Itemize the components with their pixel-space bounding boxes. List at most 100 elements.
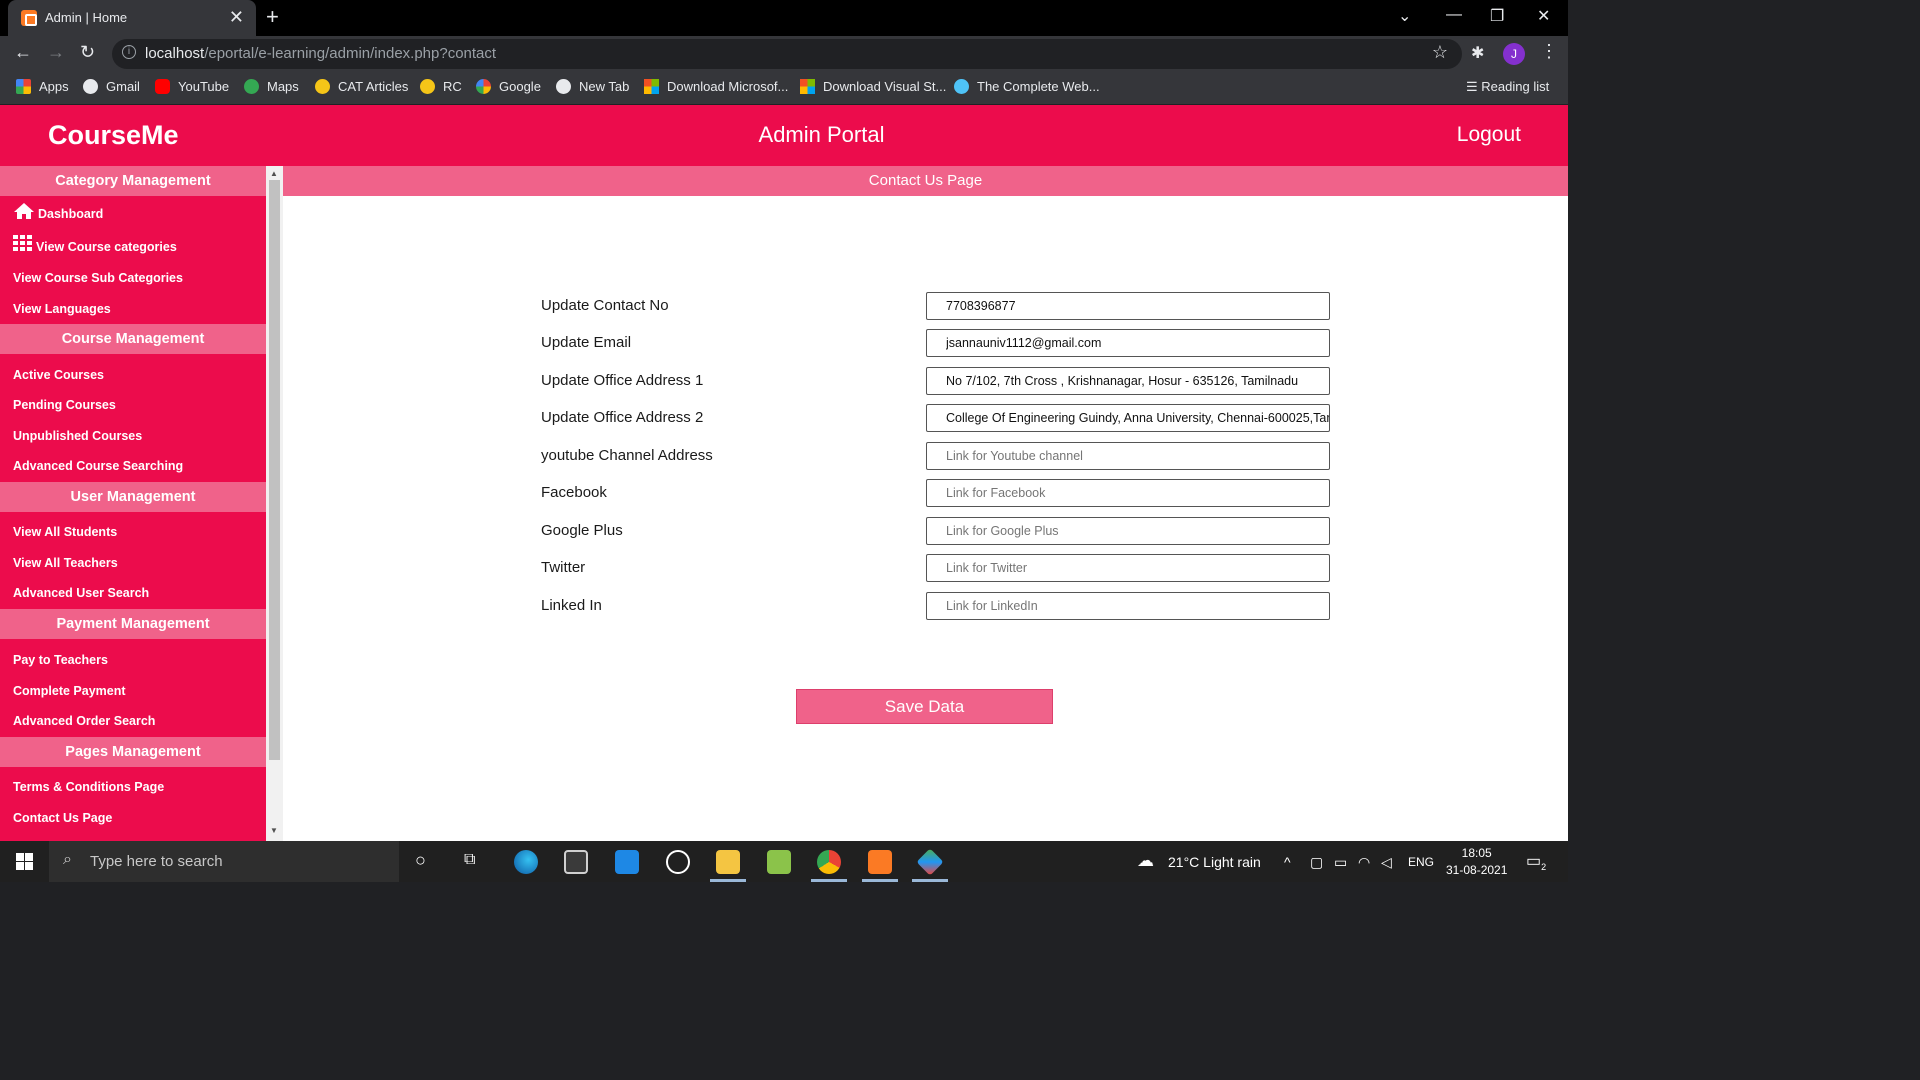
sidebar-item-advanced-order-search[interactable]: Advanced Order Search [13, 714, 155, 728]
task-view-icon[interactable]: ⧉ [464, 851, 475, 869]
browser-tab[interactable]: Admin | Home ✕ [8, 0, 256, 36]
label-office-address-2: Update Office Address 2 [541, 409, 704, 426]
wifi-icon[interactable]: ◠ [1358, 854, 1370, 871]
site-info-icon[interactable]: i [122, 45, 136, 59]
forward-icon[interactable]: → [47, 42, 65, 63]
sidebar-item-complete-payment[interactable]: Complete Payment [13, 684, 126, 698]
notification-count: 2 [1541, 862, 1547, 873]
reading-list-icon: ☰ [1466, 79, 1482, 94]
notifications-icon[interactable]: ▭2 [1526, 851, 1546, 872]
close-tab-icon[interactable]: ✕ [229, 7, 244, 28]
mail-icon[interactable] [615, 850, 639, 874]
reading-list[interactable]: ☰ Reading list [1466, 79, 1549, 95]
chrome-active-indicator [811, 879, 847, 882]
network-device-icon[interactable]: ▢ [1310, 854, 1323, 871]
page: CourseMe Admin Portal Logout Category Ma… [0, 105, 1568, 841]
sidebar-item-active-courses[interactable]: Active Courses [13, 368, 104, 382]
clock[interactable]: 18:05 31-08-2021 [1446, 845, 1507, 879]
logout-link[interactable]: Logout [1457, 123, 1521, 147]
scroll-up-icon[interactable]: ▲ [270, 169, 278, 178]
bookmark-rc[interactable]: RC [420, 79, 462, 94]
youtube-channel-input[interactable] [926, 442, 1330, 470]
menu-icon[interactable]: ⋮ [1540, 41, 1558, 62]
close-window-icon[interactable]: ✕ [1537, 6, 1550, 26]
sidebar-item-view-all-students[interactable]: View All Students [13, 525, 117, 539]
bookmark-new-tab[interactable]: New Tab [556, 79, 629, 94]
sidebar-item-view-course-sub-categories[interactable]: View Course Sub Categories [13, 271, 183, 285]
reload-icon[interactable]: ↻ [80, 42, 95, 63]
minimize-icon[interactable]: — [1446, 6, 1462, 24]
profile-avatar[interactable]: J [1503, 43, 1525, 65]
explorer-active-indicator [710, 879, 746, 882]
label-facebook: Facebook [541, 484, 607, 501]
bookmark-apps[interactable]: Apps [16, 79, 69, 94]
scroll-down-icon[interactable]: ▼ [270, 826, 278, 835]
show-hidden-icons[interactable]: ^ [1284, 854, 1291, 870]
label-contact-no: Update Contact No [541, 297, 669, 314]
extensions-icon[interactable]: ✱ [1471, 43, 1484, 63]
sidebar-item-pay-to-teachers[interactable]: Pay to Teachers [13, 653, 108, 667]
clock-time: 18:05 [1461, 846, 1492, 860]
battery-icon[interactable]: ▭ [1334, 854, 1347, 871]
edge-icon[interactable] [514, 850, 538, 874]
microsoft-icon [644, 79, 659, 94]
lambda-app-icon[interactable] [767, 850, 791, 874]
globe-icon [556, 79, 571, 94]
sidebar-item-contact-us-page[interactable]: Contact Us Page [13, 811, 112, 825]
browser-toolbar: ← → ↻ i localhost/eportal/e-learning/adm… [0, 36, 1568, 72]
sidebar-item-view-languages[interactable]: View Languages [13, 302, 111, 316]
restore-icon[interactable]: ❐ [1490, 6, 1504, 26]
email-input[interactable] [926, 329, 1330, 357]
content-subtitle: Contact Us Page [283, 166, 1568, 196]
windows-start-icon[interactable] [16, 853, 33, 870]
sidebar-item-view-course-categories[interactable]: View Course categories [13, 235, 177, 254]
contact-no-input[interactable] [926, 292, 1330, 320]
cortana-icon[interactable]: ○ [415, 850, 426, 871]
back-icon[interactable]: ← [14, 42, 32, 63]
linkedin-input[interactable] [926, 592, 1330, 620]
facebook-input[interactable] [926, 479, 1330, 507]
save-button[interactable]: Save Data [796, 689, 1053, 724]
globe-icon [83, 79, 98, 94]
language-indicator[interactable]: ENG [1408, 855, 1434, 869]
bookmark-download-visual[interactable]: Download Visual St... [800, 79, 946, 94]
sidebar-item-pending-courses[interactable]: Pending Courses [13, 398, 116, 412]
bookmark-youtube[interactable]: YouTube [155, 79, 229, 94]
bookmark-cat-articles[interactable]: CAT Articles [315, 79, 408, 94]
new-tab-icon[interactable]: + [266, 4, 279, 30]
git-active-indicator [912, 879, 948, 882]
office-address-2-input[interactable] [926, 404, 1330, 432]
sidebar-item-dashboard[interactable]: Dashboard [13, 202, 103, 221]
sidebar: Category Management Dashboard View Cours… [0, 166, 266, 841]
bookmark-google[interactable]: Google [476, 79, 541, 94]
sidebar-item-unpublished-courses[interactable]: Unpublished Courses [13, 429, 142, 443]
git-icon[interactable] [916, 848, 944, 876]
sidebar-scrollbar[interactable]: ▲ ▼ [266, 166, 283, 841]
section-payment-management: Payment Management [0, 609, 266, 639]
address-bar[interactable]: i localhost/eportal/e-learning/admin/ind… [112, 39, 1462, 69]
bookmark-download-microsoft[interactable]: Download Microsof... [644, 79, 788, 94]
chrome-icon[interactable] [817, 850, 841, 874]
sidebar-item-view-all-teachers[interactable]: View All Teachers [13, 556, 118, 570]
taskbar-search[interactable]: ⌕ Type here to search [49, 841, 399, 882]
sidebar-item-advanced-user-search[interactable]: Advanced User Search [13, 586, 149, 600]
weather-cloud-icon: ☁ [1137, 851, 1154, 870]
office-address-1-input[interactable] [926, 367, 1330, 395]
bookmark-gmail[interactable]: Gmail [83, 79, 140, 94]
scrollbar-thumb[interactable] [269, 180, 280, 760]
google-plus-input[interactable] [926, 517, 1330, 545]
twitter-input[interactable] [926, 554, 1330, 582]
dell-icon[interactable] [666, 850, 690, 874]
store-icon[interactable] [564, 850, 588, 874]
bookmark-star-icon[interactable]: ☆ [1432, 42, 1448, 63]
sidebar-item-advanced-course-searching[interactable]: Advanced Course Searching [13, 459, 183, 473]
xampp-icon[interactable] [868, 850, 892, 874]
sidebar-item-terms-conditions-page[interactable]: Terms & Conditions Page [13, 780, 164, 794]
bookmark-maps[interactable]: Maps [244, 79, 299, 94]
tab-strip: Admin | Home ✕ + ⌄ — ❐ ✕ [0, 0, 1568, 36]
volume-icon[interactable]: ◁ [1381, 854, 1392, 871]
file-explorer-icon[interactable] [716, 850, 740, 874]
bookmark-complete-web[interactable]: The Complete Web... [954, 79, 1100, 94]
weather-text[interactable]: 21°C Light rain [1168, 854, 1261, 870]
tab-search-icon[interactable]: ⌄ [1398, 6, 1411, 26]
